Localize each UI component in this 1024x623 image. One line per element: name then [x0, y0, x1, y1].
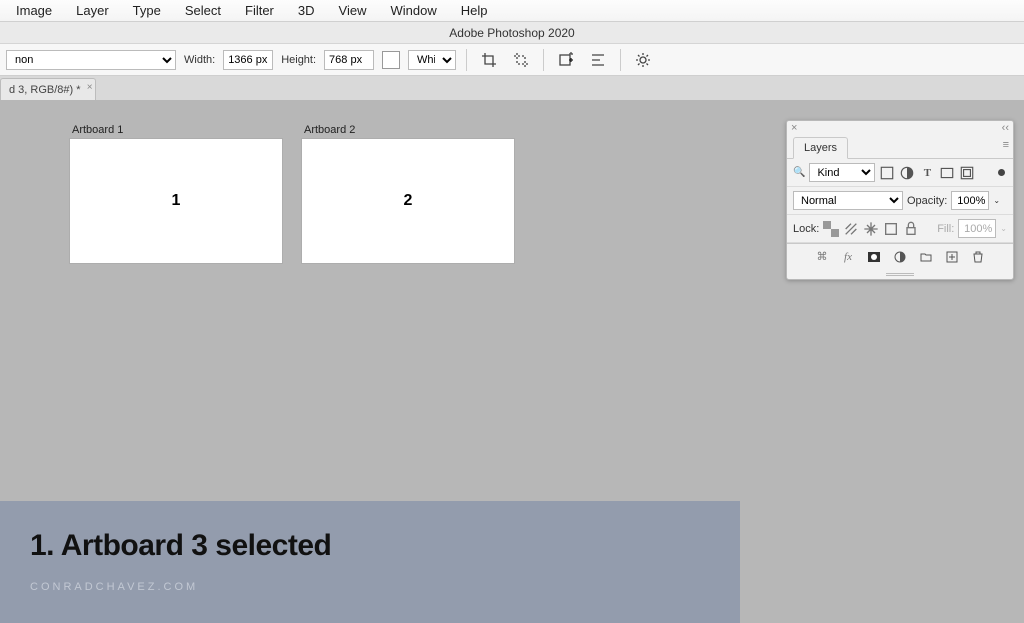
menu-select[interactable]: Select: [173, 3, 233, 18]
menu-layer[interactable]: Layer: [64, 3, 121, 18]
chevron-down-icon[interactable]: ⌄: [993, 196, 1000, 205]
panel-collapse-icon[interactable]: ‹‹: [1002, 122, 1009, 134]
new-layer-icon[interactable]: [945, 250, 959, 264]
layers-panel[interactable]: × ‹‹ Layers ≡ 🔍 Kind T Normal Opacity: ⌄…: [786, 120, 1014, 280]
document-tab-row: d 3, RGB/8#) * ×: [0, 76, 1024, 100]
width-input[interactable]: [223, 50, 273, 70]
menu-3d[interactable]: 3D: [286, 3, 327, 18]
caption-text: 1. Artboard 3 selected: [30, 529, 740, 563]
filter-adjust-icon[interactable]: [899, 165, 915, 181]
crop-dashed-icon[interactable]: [509, 48, 533, 72]
fill-label: Fill:: [937, 223, 954, 235]
artboard-label[interactable]: Artboard 1: [72, 124, 123, 136]
panel-bottom-bar: ⌘ fx: [787, 243, 1013, 269]
panel-menu-icon[interactable]: ≡: [1003, 139, 1009, 151]
artboard-surface[interactable]: 2: [302, 139, 514, 263]
menu-type[interactable]: Type: [121, 3, 173, 18]
app-menu-bar: Image Layer Type Select Filter 3D View W…: [0, 0, 1024, 22]
tutorial-caption: 1. Artboard 3 selected CONRADCHAVEZ.COM: [0, 501, 740, 623]
panel-top-bar[interactable]: × ‹‹: [787, 121, 1013, 135]
artboard-number: 2: [404, 192, 413, 210]
layers-tab[interactable]: Layers: [793, 137, 848, 159]
delete-layer-icon[interactable]: [971, 250, 985, 264]
panel-tab-row: Layers ≡: [787, 135, 1013, 159]
menu-image[interactable]: Image: [4, 3, 64, 18]
panel-close-icon[interactable]: ×: [791, 122, 797, 134]
chevron-down-icon: ⌄: [1000, 224, 1007, 233]
layer-fx-icon[interactable]: fx: [841, 250, 855, 264]
background-color-swatch[interactable]: [382, 51, 400, 69]
divider: [543, 49, 544, 71]
group-layers-icon[interactable]: [919, 250, 933, 264]
workspace: Artboard 11Artboard 22 1. Artboard 3 sel…: [0, 100, 1024, 623]
gear-icon[interactable]: [631, 48, 655, 72]
artboard-number: 1: [172, 192, 181, 210]
document-tab-label: d 3, RGB/8#) *: [9, 84, 81, 96]
filter-pixel-icon[interactable]: [879, 165, 895, 181]
crop-icon[interactable]: [477, 48, 501, 72]
opacity-input[interactable]: [951, 191, 989, 210]
filter-type-icon[interactable]: T: [919, 165, 935, 181]
adjustment-layer-icon[interactable]: [893, 250, 907, 264]
lock-label: Lock:: [793, 223, 819, 235]
blend-row: Normal Opacity: ⌄: [787, 187, 1013, 215]
divider: [620, 49, 621, 71]
lock-position-icon[interactable]: [863, 221, 879, 237]
height-input[interactable]: [324, 50, 374, 70]
artboard-label[interactable]: Artboard 2: [304, 124, 355, 136]
filter-shape-icon[interactable]: [939, 165, 955, 181]
window-title-bar: Adobe Photoshop 2020: [0, 22, 1024, 44]
artboard[interactable]: Artboard 11: [70, 139, 282, 263]
menu-help[interactable]: Help: [449, 3, 500, 18]
window-title: Adobe Photoshop 2020: [449, 26, 574, 40]
layer-filter-row: 🔍 Kind T: [787, 159, 1013, 187]
options-bar: non Width: Height: White: [0, 44, 1024, 76]
filter-toggle-icon[interactable]: [998, 169, 1005, 176]
close-icon[interactable]: ×: [87, 82, 93, 93]
lock-row: Lock: Fill: ⌄: [787, 215, 1013, 243]
artboard-preset-select[interactable]: non: [6, 50, 176, 70]
fill-input: [958, 219, 996, 238]
layer-mask-icon[interactable]: [867, 250, 881, 264]
add-artboard-icon[interactable]: [554, 48, 578, 72]
background-color-select[interactable]: White: [408, 50, 456, 70]
filter-smart-icon[interactable]: [959, 165, 975, 181]
panel-resize-grip[interactable]: [787, 269, 1013, 279]
link-layers-icon[interactable]: ⌘: [815, 250, 829, 264]
width-label: Width:: [184, 54, 215, 66]
watermark: CONRADCHAVEZ.COM: [30, 581, 740, 593]
menu-view[interactable]: View: [327, 3, 379, 18]
lock-artboard-icon[interactable]: [883, 221, 899, 237]
blend-mode-select[interactable]: Normal: [793, 191, 903, 210]
lock-transparency-icon[interactable]: [823, 221, 839, 237]
lock-pixels-icon[interactable]: [843, 221, 859, 237]
opacity-label: Opacity:: [907, 195, 947, 207]
height-label: Height:: [281, 54, 316, 66]
align-icon[interactable]: [586, 48, 610, 72]
divider: [466, 49, 467, 71]
menu-filter[interactable]: Filter: [233, 3, 286, 18]
lock-all-icon[interactable]: [903, 221, 919, 237]
menu-window[interactable]: Window: [378, 3, 448, 18]
artboard[interactable]: Artboard 22: [302, 139, 514, 263]
artboard-surface[interactable]: 1: [70, 139, 282, 263]
document-tab[interactable]: d 3, RGB/8#) * ×: [0, 78, 96, 100]
filter-kind-select[interactable]: Kind: [809, 163, 875, 182]
